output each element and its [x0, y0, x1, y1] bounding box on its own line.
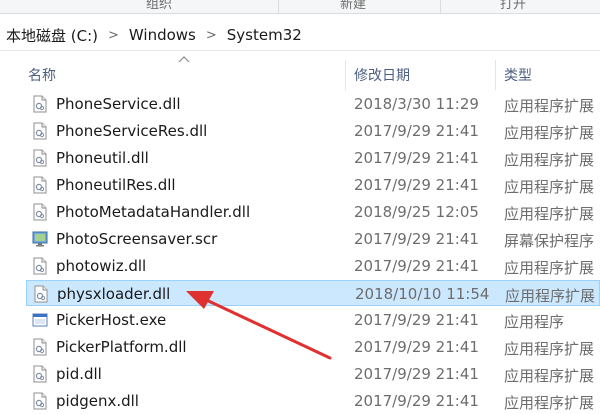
file-modified-date: 2017/9/29 21:41 [354, 122, 479, 140]
file-row[interactable]: PickerPlatform.dll 2017/9/29 21:41 应用程序扩展 [26, 334, 600, 360]
file-modified-date: 2018/3/30 11:29 [354, 95, 479, 113]
column-header-name-label: 名称 [28, 68, 56, 84]
file-name: photowiz.dll [56, 257, 147, 275]
dll-file-icon [32, 338, 48, 356]
file-name: physxloader.dll [57, 285, 171, 303]
file-type: 应用程序扩展 [504, 259, 595, 277]
file-name: PickerPlatform.dll [56, 338, 187, 356]
file-name: PhotoScreensaver.scr [56, 230, 218, 248]
file-modified-date: 2017/9/29 21:41 [354, 149, 479, 167]
file-name: PhoneServiceRes.dll [56, 122, 208, 140]
dll-file-icon [32, 257, 48, 275]
exe-file-icon [32, 311, 48, 329]
file-row[interactable]: PhoneService.dll 2018/3/30 11:29 应用程序扩展 [26, 91, 600, 117]
dll-file-icon [32, 149, 48, 167]
ribbon-separator [278, 0, 279, 13]
file-row[interactable]: Phoneutil.dll 2017/9/29 21:41 应用程序扩展 [26, 145, 600, 171]
file-row[interactable]: photowiz.dll 2017/9/29 21:41 应用程序扩展 [26, 253, 600, 279]
ribbon-organize-label[interactable]: 组织 [146, 0, 172, 12]
file-row[interactable]: PickerHost.exe 2017/9/29 21:41 应用程序 [26, 307, 600, 333]
file-modified-date: 2017/9/29 21:41 [354, 176, 479, 194]
dll-file-icon [33, 285, 49, 303]
column-divider[interactable] [345, 60, 346, 90]
file-row[interactable]: PhotoMetadataHandler.dll 2018/9/25 12:05 应… [26, 199, 600, 225]
dll-file-icon [32, 365, 48, 383]
file-name: PhotoMetadataHandler.dll [56, 203, 251, 221]
file-name: PickerHost.exe [56, 311, 167, 329]
ribbon-new-label[interactable]: 新建 [340, 0, 366, 12]
ribbon: 组织 新建 打开 [0, 0, 600, 14]
file-name: pidgenx.dll [56, 392, 139, 410]
breadcrumb-windows[interactable]: Windows [129, 26, 196, 44]
dll-file-icon [32, 176, 48, 194]
file-row[interactable]: PhoneutilRes.dll 2017/9/29 21:41 应用程序扩展 [26, 172, 600, 198]
column-header-type[interactable]: 类型 [504, 60, 600, 90]
dll-file-icon [32, 95, 48, 113]
file-modified-date: 2018/9/25 12:05 [354, 203, 479, 221]
ribbon-open-label[interactable]: 打开 [500, 0, 526, 12]
file-row[interactable]: physxloader.dll 2018/10/10 11:54 应用程序扩展 [26, 280, 600, 306]
screensaver-file-icon [32, 230, 48, 248]
file-type: 应用程序扩展 [504, 124, 595, 142]
chevron-right-icon[interactable]: > [206, 28, 217, 43]
column-header-type-label: 类型 [504, 68, 532, 84]
column-header-name[interactable]: 名称 [28, 60, 344, 90]
file-name: Phoneutil.dll [56, 149, 149, 167]
file-type: 应用程序扩展 [504, 97, 595, 115]
dll-file-icon [32, 122, 48, 140]
file-modified-date: 2017/9/29 21:41 [354, 392, 479, 410]
file-type: 应用程序扩展 [504, 340, 595, 358]
column-header-date-label: 修改日期 [354, 68, 410, 84]
column-divider[interactable] [495, 60, 496, 90]
file-name: PhoneService.dll [56, 95, 181, 113]
file-type: 应用程序扩展 [504, 394, 595, 412]
file-type: 应用程序扩展 [504, 367, 595, 385]
ribbon-separator [440, 0, 441, 13]
file-row[interactable]: PhoneServiceRes.dll 2017/9/29 21:41 应用程序扩展 [26, 118, 600, 144]
file-row[interactable]: pid.dll 2017/9/29 21:41 应用程序扩展 [26, 361, 600, 387]
file-modified-date: 2017/9/29 21:41 [354, 257, 479, 275]
file-type: 应用程序扩展 [504, 205, 595, 223]
column-header-date[interactable]: 修改日期 [354, 60, 494, 90]
file-modified-date: 2017/9/29 21:41 [354, 311, 479, 329]
file-type: 应用程序扩展 [505, 287, 596, 305]
file-type: 应用程序扩展 [504, 178, 595, 196]
chevron-right-icon[interactable]: > [108, 28, 119, 43]
file-modified-date: 2018/10/10 11:54 [355, 285, 490, 303]
address-bar[interactable]: 本地磁盘 (C:) > Windows > System32 [0, 20, 600, 51]
file-row[interactable]: pidgenx.dll 2017/9/29 21:41 应用程序扩展 [26, 388, 600, 414]
file-modified-date: 2017/9/29 21:41 [354, 338, 479, 356]
file-type: 屏幕保护程序 [504, 232, 595, 250]
file-modified-date: 2017/9/29 21:41 [354, 365, 479, 383]
file-type: 应用程序 [504, 313, 565, 331]
dll-file-icon [32, 203, 48, 221]
file-modified-date: 2017/9/29 21:41 [354, 230, 479, 248]
file-type: 应用程序扩展 [504, 151, 595, 169]
file-row[interactable]: PhotoScreensaver.scr 2017/9/29 21:41 屏幕保护程… [26, 226, 600, 252]
file-name: PhoneutilRes.dll [56, 176, 176, 194]
breadcrumb-system32[interactable]: System32 [227, 26, 302, 44]
breadcrumb-drive[interactable]: 本地磁盘 (C:) [6, 25, 98, 46]
dll-file-icon [32, 392, 48, 410]
file-name: pid.dll [56, 365, 102, 383]
